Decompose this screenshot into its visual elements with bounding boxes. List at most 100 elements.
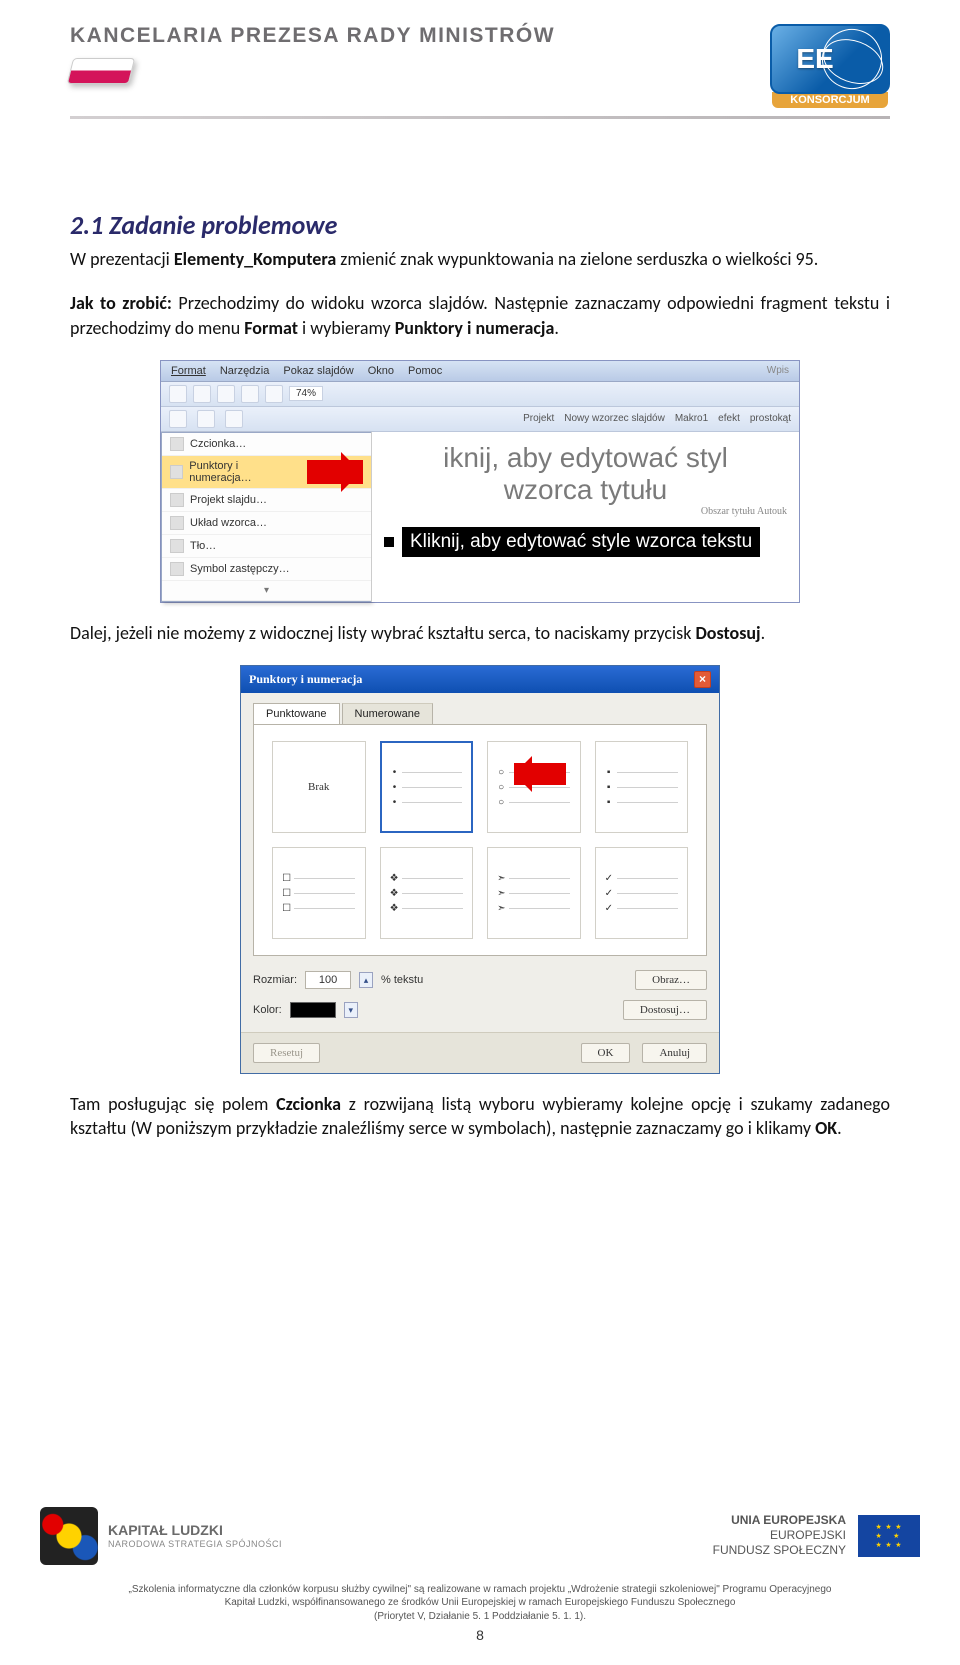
bullet-icon: ➣ <box>497 873 505 884</box>
tb-label[interactable]: Nowy wzorzec slajdów <box>564 413 665 424</box>
menu-item-font[interactable]: Czcionka… <box>162 433 371 456</box>
chevron-down-icon: ▾ <box>264 585 269 596</box>
bg-icon <box>170 539 184 553</box>
ok-button[interactable]: OK <box>581 1043 631 1063</box>
bullet-option-arrow[interactable]: ➣ ➣ ➣ <box>487 847 581 939</box>
bullet-option-check[interactable]: ✓ ✓ ✓ <box>595 847 689 939</box>
bullet-option-disc[interactable]: • • • <box>380 741 474 833</box>
orbit-icon <box>814 24 890 94</box>
menu-format-item[interactable]: Format <box>171 365 206 377</box>
toolbar-button[interactable] <box>169 410 187 428</box>
zoom-field[interactable]: 74% <box>289 386 323 401</box>
size-row: Rozmiar: 100 ▴ % tekstu Obraz… <box>253 970 707 990</box>
kl-mark-icon <box>40 1507 98 1565</box>
bullets-icon <box>170 465 183 479</box>
ee-mcsk-badge: EE <box>770 24 890 94</box>
bullet-icon: ▪ <box>605 797 613 808</box>
menu-item-placeholder[interactable]: Symbol zastępczy… <box>162 558 371 581</box>
mi-label: Projekt slajdu… <box>190 494 267 506</box>
image-button[interactable]: Obraz… <box>635 970 707 990</box>
impress-menubar: Format Narzędzia Pokaz slajdów Okno Pomo… <box>161 361 799 382</box>
konsorcjum-label: KONSORCJUM <box>772 92 887 108</box>
menu-item-slide-design[interactable]: Projekt slajdu… <box>162 489 371 512</box>
menu-slideshow[interactable]: Pokaz slajdów <box>283 365 353 377</box>
toolbar-button[interactable] <box>241 385 259 403</box>
toolbar-button[interactable] <box>217 385 235 403</box>
bullet-option-diamond[interactable]: ❖ ❖ ❖ <box>380 847 474 939</box>
bullet-option-box[interactable]: ☐ ☐ ☐ <box>272 847 366 939</box>
bullet-icon: ❖ <box>390 873 398 884</box>
bullet-icon: ○ <box>497 797 505 808</box>
placeholder-icon <box>170 562 184 576</box>
page-header: KANCELARIA PREZESA RADY MINISTRÓW EE KON… <box>0 0 960 108</box>
impress-toolbar: 74% <box>161 382 799 407</box>
menu-item-master-layout[interactable]: Układ wzorca… <box>162 512 371 535</box>
menu-item-background[interactable]: Tło… <box>162 535 371 558</box>
color-swatch[interactable] <box>290 1002 336 1018</box>
menu-item-bullets[interactable]: Punktory i numeracja… <box>162 456 371 489</box>
toolbar-button[interactable] <box>265 385 283 403</box>
text: Kliknij, aby edytować style wzorca tekst… <box>402 527 760 557</box>
size-spinner[interactable]: 100 <box>305 971 351 989</box>
design-icon <box>170 493 184 507</box>
size-label: Rozmiar: <box>253 974 297 986</box>
kancelaria-title: KANCELARIA PREZESA RADY MINISTRÓW <box>70 24 555 48</box>
text: . <box>554 317 559 339</box>
bullet-option-square[interactable]: ▪ ▪ ▪ <box>595 741 689 833</box>
tb-label[interactable]: Makro1 <box>675 413 708 424</box>
layout-icon <box>170 516 184 530</box>
toolbar-button[interactable] <box>193 385 211 403</box>
color-label: Kolor: <box>253 1004 282 1016</box>
screenshot-format-menu: Format Narzędzia Pokaz slajdów Okno Pomo… <box>160 360 800 603</box>
tab-punktowane[interactable]: Punktowane <box>253 703 340 724</box>
bullet-icon <box>384 537 394 547</box>
spinner-up-down-icon[interactable]: ▴ <box>359 972 373 988</box>
format-dropdown: Czcionka… Punktory i numeracja… Projekt … <box>161 432 371 602</box>
impress-toolbar-2: Projekt Nowy wzorzec slajdów Makro1 efek… <box>161 407 799 432</box>
bullet-icon: ✓ <box>605 873 613 884</box>
dialog-title: Punktory i numeracja <box>249 672 362 687</box>
toolbar-button[interactable] <box>197 410 215 428</box>
mi-label: Tło… <box>190 540 216 552</box>
menu-punktory: Punktory i numeracja <box>395 317 555 339</box>
dostosuj-paragraph: Dalej, jeżeli nie możemy z widocznej lis… <box>70 621 890 645</box>
menu-format: Format <box>244 317 298 339</box>
chevron-down-icon[interactable]: ▾ <box>344 1002 358 1018</box>
bullet-icon: ➣ <box>497 888 505 899</box>
menu-help[interactable]: Pomoc <box>408 365 442 377</box>
page-number: 8 <box>476 1627 484 1643</box>
font-icon <box>170 437 184 451</box>
partner-logo: EE KONSORCJUM <box>770 24 890 108</box>
title-placeholder[interactable]: iknij, aby edytować styl wzorca tytułu <box>384 442 787 506</box>
text: Tam posługując się polem <box>70 1093 276 1115</box>
bullet-icon: ☐ <box>282 903 290 914</box>
cancel-button[interactable]: Anuluj <box>642 1043 707 1063</box>
disclaimer-line-3: (Priorytet V, Działanie 5. 1 Poddziałani… <box>374 1610 586 1624</box>
label: Brak <box>308 781 329 793</box>
dialog-tabs: Punktowane Numerowane <box>253 703 707 724</box>
kancelaria-logo: KANCELARIA PREZESA RADY MINISTRÓW <box>70 24 555 84</box>
polish-flag-icon <box>67 58 135 84</box>
disclaimer-line-2: Kapitał Ludzki, współfinansowanego ze śr… <box>225 1596 736 1610</box>
menu-expand[interactable]: ▾ <box>162 581 371 601</box>
toolbar-button[interactable] <box>169 385 187 403</box>
tb-label[interactable]: prostokąt <box>750 413 791 424</box>
menu-window[interactable]: Okno <box>368 365 394 377</box>
dostosuj-button[interactable]: Dostosuj… <box>623 1000 707 1020</box>
size-suffix: % tekstu <box>381 974 423 986</box>
body-placeholder[interactable]: Kliknij, aby edytować style wzorca tekst… <box>384 527 787 557</box>
tab-numerowane[interactable]: Numerowane <box>342 703 433 724</box>
bullet-icon: ✓ <box>605 903 613 914</box>
reset-button[interactable]: Resetuj <box>253 1043 320 1063</box>
bullet-icon: ❖ <box>390 903 398 914</box>
toolbar-button[interactable] <box>225 410 243 428</box>
bullet-option-none[interactable]: Brak <box>272 741 366 833</box>
tb-label[interactable]: efekt <box>718 413 740 424</box>
kapital-ludzki-logo: KAPITAŁ LUDZKI NARODOWA STRATEGIA SPÓJNO… <box>40 1507 282 1565</box>
menu-tools[interactable]: Narzędzia <box>220 365 270 377</box>
tb-label[interactable]: Projekt <box>523 413 554 424</box>
close-icon[interactable]: × <box>694 671 711 688</box>
bullet-icon: ▪ <box>605 767 613 778</box>
mi-label: Symbol zastępczy… <box>190 563 290 575</box>
red-arrow-icon <box>307 460 363 484</box>
